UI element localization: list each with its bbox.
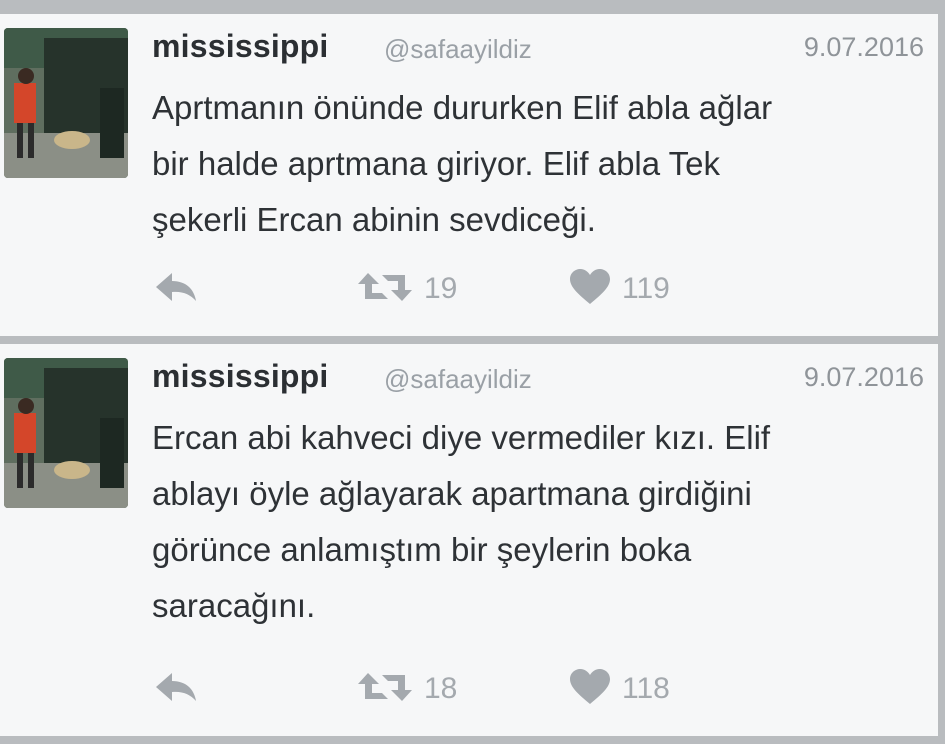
- like-button[interactable]: 118: [568, 668, 670, 711]
- tweet-text-line: şekerli Ercan abinin sevdiceği.: [152, 201, 596, 238]
- tweet-header: mississippi @safaayildiz 9.07.2016: [152, 358, 924, 398]
- tweet-text-line: görünce anlamıştım bir şeylerin boka: [152, 531, 692, 568]
- heart-icon: [568, 668, 612, 711]
- tweet-card[interactable]: mississippi @safaayildiz 9.07.2016 Ercan…: [0, 344, 938, 736]
- tweet-text-line: ablayı öyle ağlayarak apartmana girdiğin…: [152, 475, 752, 512]
- screenshot-page: mississippi @safaayildiz 9.07.2016 Aprtm…: [0, 0, 945, 744]
- tweet-text: Aprtmanın önünde dururken Elif abla ağla…: [152, 80, 932, 248]
- reply-icon: [152, 669, 200, 710]
- tweet-actions: 18 118: [152, 668, 712, 711]
- user-handle[interactable]: @safaayildiz: [384, 364, 532, 395]
- tweet-actions: 19 119: [152, 268, 712, 311]
- retweet-button[interactable]: 19: [356, 269, 457, 309]
- like-count: 118: [622, 672, 670, 705]
- tweet-text-line: saracağını.: [152, 587, 316, 624]
- retweet-icon: [356, 269, 414, 310]
- avatar[interactable]: [4, 358, 128, 508]
- tweet-text-line: Aprtmanın önünde dururken Elif abla ağla…: [152, 89, 773, 126]
- heart-icon: [568, 268, 612, 311]
- reply-icon: [152, 269, 200, 310]
- retweet-count: 18: [424, 672, 458, 705]
- reply-button[interactable]: [152, 269, 200, 309]
- tweet-date[interactable]: 9.07.2016: [804, 362, 924, 393]
- user-handle[interactable]: @safaayildiz: [384, 34, 532, 65]
- avatar[interactable]: [4, 28, 128, 178]
- tweet-text-line: bir halde aprtmana giriyor. Elif abla Te…: [152, 145, 721, 182]
- display-name[interactable]: mississippi: [152, 358, 329, 395]
- tweet-text: Ercan abi kahveci diye vermediler kızı. …: [152, 410, 932, 634]
- display-name[interactable]: mississippi: [152, 28, 329, 65]
- tweet-card[interactable]: mississippi @safaayildiz 9.07.2016 Aprtm…: [0, 14, 938, 336]
- like-button[interactable]: 119: [568, 268, 670, 311]
- retweet-count: 19: [424, 272, 458, 305]
- retweet-button[interactable]: 18: [356, 669, 457, 709]
- tweet-date[interactable]: 9.07.2016: [804, 32, 924, 63]
- tweet-header: mississippi @safaayildiz 9.07.2016: [152, 28, 924, 68]
- reply-button[interactable]: [152, 669, 200, 709]
- retweet-icon: [356, 669, 414, 710]
- tweet-text-line: Ercan abi kahveci diye vermediler kızı. …: [152, 419, 771, 456]
- like-count: 119: [622, 272, 670, 305]
